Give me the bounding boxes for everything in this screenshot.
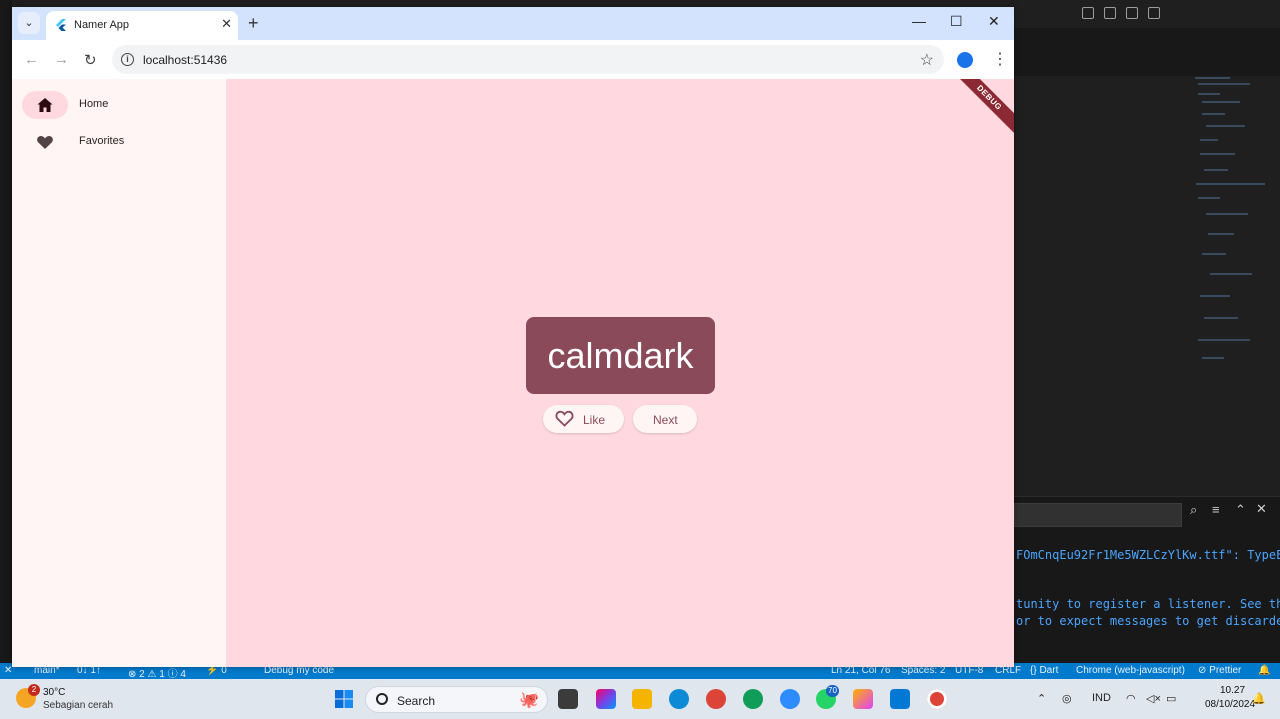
- rail-indicator: [22, 128, 68, 156]
- terminal-line: FOmCnqEu92Fr1Me5WZLCzYlKw.ttf": TypeErro: [1016, 548, 1280, 562]
- rail-item-favorites[interactable]: Favorites: [22, 128, 212, 156]
- vscode-titlebar: [1014, 0, 1280, 28]
- tab-title: Namer App: [74, 19, 130, 31]
- address-bar[interactable]: i localhost:51436 ☆: [112, 45, 944, 74]
- back-icon[interactable]: ←: [24, 51, 39, 68]
- clear-icon[interactable]: ≡: [1212, 502, 1220, 517]
- task-view-icon[interactable]: [558, 689, 578, 709]
- search-highlight-icon: 🐙: [519, 692, 539, 709]
- terminal-line: tunity to register a listener. See the C: [1016, 597, 1280, 611]
- tab-search-button[interactable]: ⌄: [18, 12, 40, 34]
- windows-start-icon[interactable]: [335, 690, 353, 708]
- search-placeholder: Search: [397, 694, 436, 708]
- wifi-icon[interactable]: ◠: [1126, 692, 1136, 705]
- weather-badge: 2: [28, 684, 40, 696]
- battery-icon[interactable]: ▭: [1166, 692, 1176, 705]
- zoom-icon[interactable]: [780, 689, 800, 709]
- language-status[interactable]: {} Dart: [1030, 665, 1058, 676]
- taskbar-search[interactable]: Search 🐙: [365, 686, 548, 713]
- vscode-editor-actions: [1014, 28, 1280, 76]
- url-text[interactable]: localhost:51436: [143, 53, 227, 67]
- network-off-icon[interactable]: ◎: [1062, 692, 1072, 705]
- heart-outline-icon: [555, 410, 574, 427]
- notifications-icon[interactable]: 🔔: [1258, 665, 1270, 676]
- like-label: Like: [583, 413, 606, 427]
- tray-overflow-icon[interactable]: ⌃: [1037, 692, 1046, 705]
- device-status[interactable]: Chrome (web-javascript): [1076, 665, 1185, 676]
- terminal-line: or to expect messages to get discarded:: [1016, 614, 1280, 628]
- navigation-rail: Home Favorites: [12, 79, 226, 667]
- bookmark-star-icon[interactable]: ☆: [920, 50, 934, 70]
- rail-indicator: [22, 91, 68, 119]
- tab-namer-app[interactable]: Namer App ✕: [46, 11, 238, 40]
- file-explorer-icon[interactable]: [632, 689, 652, 709]
- flutter-icon: [56, 19, 66, 31]
- terminal-filter-input[interactable]: [1014, 503, 1182, 527]
- weather-description[interactable]: Sebagian cerah: [43, 700, 113, 711]
- new-tab-icon[interactable]: +: [248, 13, 259, 34]
- word-pair-card: calmdark: [526, 317, 715, 394]
- rail-label-home: Home: [79, 98, 109, 110]
- close-window-icon[interactable]: ✕: [988, 13, 1000, 30]
- vscode-left-strip: [0, 0, 12, 663]
- maximize-panel-icon[interactable]: ⌃: [1235, 502, 1246, 518]
- rail-item-home[interactable]: Home: [22, 91, 212, 119]
- volume-muted-icon[interactable]: ◁×: [1146, 692, 1161, 705]
- layout-icon[interactable]: [1082, 7, 1094, 19]
- generator-page: DEBUG calmdark Like Next: [226, 79, 1014, 667]
- weather-temperature[interactable]: 30°C: [43, 687, 65, 698]
- maximize-icon[interactable]: ☐: [950, 13, 963, 30]
- problems-status[interactable]: ⊗ 2 ⚠ 1 ⓘ 4: [128, 665, 186, 680]
- chrome-icon[interactable]: [706, 689, 726, 709]
- whatsapp-badge: 70: [826, 685, 839, 697]
- home-icon: [37, 98, 53, 112]
- next-label: Next: [653, 413, 678, 427]
- word-pair-text: calmdark: [547, 335, 694, 376]
- edge-icon[interactable]: [669, 689, 689, 709]
- input-language[interactable]: IND: [1092, 692, 1111, 704]
- chrome-active-icon[interactable]: [927, 689, 947, 709]
- clock-date[interactable]: 08/10/2024: [1205, 699, 1255, 710]
- copilot-icon[interactable]: [596, 689, 616, 709]
- terminal-panel: ⌕ ≡ ⌃ ✕ FOmCnqEu92Fr1Me5WZLCzYlKw.ttf": …: [1014, 496, 1280, 663]
- like-button[interactable]: Like: [543, 405, 624, 433]
- notification-bell-icon[interactable]: 🔔: [1252, 692, 1266, 705]
- minimize-icon[interactable]: —: [912, 13, 926, 29]
- heart-icon: [37, 135, 53, 149]
- namer-app: Home Favorites DEBUG calmdark Like Next: [12, 79, 1014, 667]
- next-button[interactable]: Next: [633, 405, 697, 433]
- formatter-status[interactable]: ⊘ Prettier: [1198, 665, 1241, 676]
- close-panel-icon[interactable]: ✕: [1256, 501, 1267, 517]
- customize-layout-icon[interactable]: [1148, 7, 1160, 19]
- browser-toolbar: ← → ↻ i localhost:51436 ☆ ⋮: [12, 40, 1014, 79]
- site-info-icon[interactable]: i: [121, 53, 134, 66]
- minimap[interactable]: [1190, 74, 1270, 374]
- forward-icon[interactable]: →: [54, 51, 69, 68]
- sidebar-icon[interactable]: [1126, 7, 1138, 19]
- panel-icon[interactable]: [1104, 7, 1116, 19]
- clock-time[interactable]: 10.27: [1220, 685, 1245, 696]
- windows-taskbar: 2 30°C Sebagian cerah Search 🐙 70 ⌃ ◎ IN…: [0, 679, 1280, 719]
- paint-icon[interactable]: [853, 689, 873, 709]
- search-icon[interactable]: ⌕: [1190, 502, 1197, 518]
- close-tab-icon[interactable]: ✕: [221, 16, 232, 32]
- search-icon: [376, 693, 388, 705]
- rail-label-favorites: Favorites: [79, 135, 125, 147]
- reload-icon[interactable]: ↻: [84, 51, 97, 69]
- chrome-window: ⌄ Namer App ✕ + — ☐ ✕ ← → ↻ i localhost:…: [12, 7, 1014, 667]
- chrome-profile-icon[interactable]: [743, 689, 763, 709]
- profile-avatar[interactable]: [957, 52, 973, 68]
- vscode-icon[interactable]: [890, 689, 910, 709]
- debug-banner: DEBUG: [952, 79, 1014, 135]
- chrome-menu-icon[interactable]: ⋮: [992, 49, 1008, 69]
- tab-strip: ⌄ Namer App ✕ + — ☐ ✕: [12, 7, 1014, 40]
